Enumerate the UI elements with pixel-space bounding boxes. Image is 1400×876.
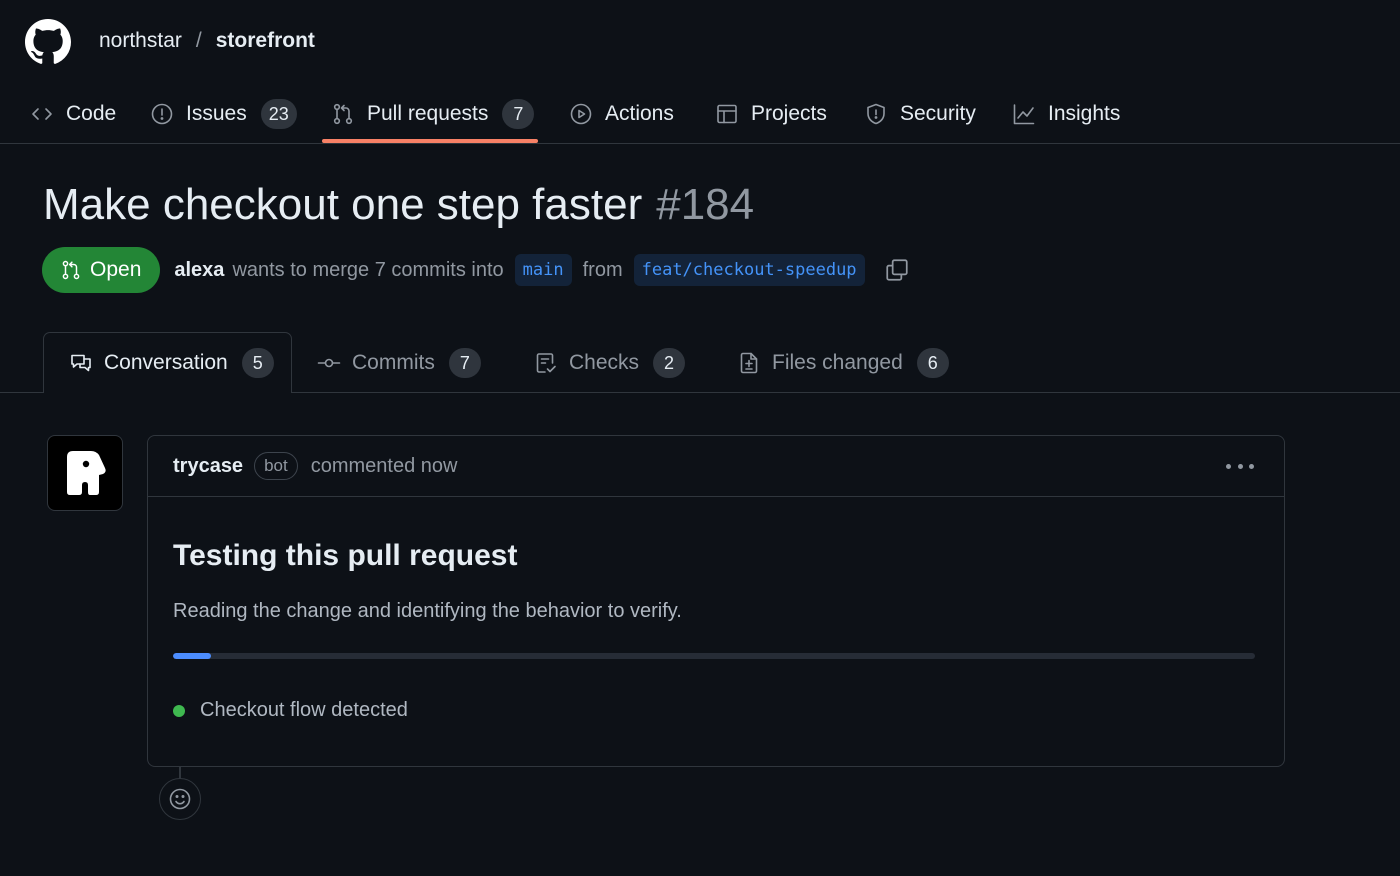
nav-item-insights[interactable]: Insights [1012, 84, 1120, 144]
checks-counter: 2 [653, 348, 686, 378]
conversation-counter: 5 [241, 348, 274, 378]
nav-item-projects-label: Projects [751, 102, 827, 125]
code-icon [30, 102, 54, 126]
repo-header: northstar / storefront [0, 0, 1400, 84]
add-reaction-button[interactable] [159, 778, 201, 820]
status-item: Checkout flow detected [173, 699, 1254, 722]
nav-item-pull-requests[interactable]: Pull requests 7 [331, 84, 535, 144]
breadcrumb-owner-link[interactable]: northstar [99, 29, 182, 53]
progress-bar [173, 653, 1255, 659]
nav-item-insights-label: Insights [1048, 102, 1121, 125]
status-item-label: Checkout flow detected [200, 699, 408, 721]
pull-requests-counter: 7 [502, 99, 535, 129]
nav-item-security-label: Security [900, 102, 976, 125]
shield-icon [864, 102, 888, 126]
comment-text: Reading the change and identifying the b… [173, 600, 682, 622]
status-dot-icon [173, 704, 185, 717]
github-logo-icon[interactable] [25, 19, 71, 65]
nav-item-code-label: Code [66, 102, 117, 125]
issues-counter: 23 [260, 99, 297, 129]
tab-conversation[interactable]: Conversation 5 [43, 332, 292, 393]
kebab-horizontal-icon[interactable] [1226, 455, 1254, 477]
git-pull-request-icon [331, 102, 355, 126]
tab-commits[interactable]: Commits 7 [317, 332, 481, 394]
comment-timestamp[interactable]: commented now [311, 455, 458, 478]
nav-item-security[interactable]: Security [864, 84, 976, 144]
git-commit-icon [317, 351, 341, 375]
copy-icon[interactable] [884, 257, 910, 283]
from-text: from [582, 258, 623, 281]
breadcrumb: northstar / storefront [99, 29, 315, 53]
tab-files-changed[interactable]: Files changed 6 [737, 332, 949, 394]
nav-item-code[interactable]: Code [30, 84, 116, 144]
nav-item-pull-requests-label: Pull requests [367, 102, 489, 125]
comment-discussion-icon [69, 351, 93, 375]
tab-conversation-label: Conversation [104, 351, 228, 374]
pr-author-link[interactable]: alexa [174, 259, 224, 282]
head-branch-label[interactable]: feat/checkout-speedup [633, 254, 865, 286]
pr-state-badge: Open [42, 247, 161, 293]
comment-author-link[interactable]: trycase [173, 455, 243, 478]
graph-icon [1012, 102, 1036, 126]
selected-nav-underline [322, 139, 538, 143]
nav-item-projects[interactable]: Projects [715, 84, 827, 144]
pr-tabs: Conversation 5 Commits 7 Checks 2 Files … [0, 332, 1400, 394]
trycase-logo-icon [67, 451, 106, 495]
commits-counter: 7 [448, 348, 481, 378]
bot-label: bot [254, 452, 298, 480]
merge-description: wants to merge 7 commits into [232, 258, 504, 281]
tab-commits-label: Commits [352, 351, 435, 374]
breadcrumb-separator: / [195, 29, 202, 52]
pr-title-text: Make checkout one step faster [43, 180, 643, 229]
base-branch-label[interactable]: main [514, 254, 572, 286]
files-changed-counter: 6 [916, 348, 949, 378]
avatar[interactable] [47, 435, 123, 511]
nav-item-actions-label: Actions [605, 102, 674, 125]
tab-checks[interactable]: Checks 2 [534, 332, 686, 394]
pr-state-row: Open alexa wants to merge 7 commits into… [42, 247, 910, 293]
comment-heading: Testing this pull request [173, 539, 518, 572]
pr-title: Make checkout one step faster #184 [43, 180, 754, 230]
table-icon [715, 102, 739, 126]
nav-item-issues[interactable]: Issues 23 [150, 84, 297, 144]
timeline-comment: trycase bot commented now Testing this p… [147, 435, 1285, 767]
tabs-divider [0, 392, 43, 393]
file-diff-icon [737, 351, 761, 375]
pr-number: #184 [656, 180, 755, 229]
tab-checks-label: Checks [569, 351, 640, 374]
play-icon [569, 102, 593, 126]
smiley-icon [168, 787, 192, 811]
git-pull-request-icon [60, 259, 82, 281]
nav-item-issues-label: Issues [186, 102, 247, 125]
issue-opened-icon [150, 102, 174, 126]
checklist-icon [534, 351, 558, 375]
progress-bar-fill [173, 653, 211, 659]
pr-state-label: Open [90, 258, 142, 281]
nav-item-actions[interactable]: Actions [569, 84, 674, 144]
comment-header: trycase bot commented now [148, 436, 1284, 497]
tab-files-changed-label: Files changed [772, 351, 903, 374]
comment-body: Testing this pull request Reading the ch… [148, 539, 1284, 722]
repo-nav: Code Issues 23 Pull requests 7 Actions P… [0, 84, 1400, 144]
breadcrumb-repo-link[interactable]: storefront [216, 29, 315, 53]
